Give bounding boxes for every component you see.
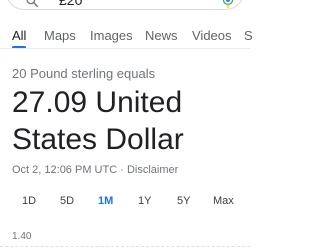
timestamp: Oct 2, 12:06 PM UTC bbox=[12, 164, 118, 176]
chart-range-tabs: 1D 5D 1M 1Y 5Y Max bbox=[0, 192, 250, 212]
disclaimer-link[interactable]: Disclaimer bbox=[127, 164, 178, 176]
search-input[interactable] bbox=[59, 0, 199, 8]
range-tab-5d[interactable]: 5D bbox=[60, 192, 74, 210]
range-tab-1d[interactable]: 1D bbox=[22, 192, 36, 210]
converted-value: 27.09 United States Dollar bbox=[12, 86, 184, 156]
range-tab-1y[interactable]: 1Y bbox=[138, 192, 151, 210]
range-tab-max[interactable]: Max bbox=[213, 192, 234, 210]
range-tab-1m[interactable]: 1M bbox=[98, 192, 113, 210]
tab-videos[interactable]: Videos bbox=[192, 26, 232, 46]
timestamp-row: Oct 2, 12:06 PM UTC · Disclaimer bbox=[12, 164, 178, 176]
search-tabs: All Maps Images News Videos S bbox=[0, 26, 253, 49]
separator: · bbox=[120, 164, 124, 176]
search-bar[interactable] bbox=[6, 0, 244, 10]
tab-all[interactable]: All bbox=[12, 26, 26, 46]
tab-news[interactable]: News bbox=[145, 26, 178, 46]
microphone-icon[interactable] bbox=[221, 0, 235, 9]
tab-shopping[interactable]: S bbox=[244, 26, 253, 46]
tab-maps[interactable]: Maps bbox=[44, 26, 76, 46]
search-icon[interactable] bbox=[25, 0, 39, 8]
tab-images[interactable]: Images bbox=[90, 26, 133, 46]
conversion-equals-label: 20 Pound sterling equals bbox=[12, 66, 156, 81]
range-tab-5y[interactable]: 5Y bbox=[177, 192, 190, 210]
tabs-divider bbox=[0, 48, 250, 49]
chart-y-tick-label: 1.40 bbox=[12, 231, 32, 242]
chart-gridline bbox=[0, 246, 250, 247]
